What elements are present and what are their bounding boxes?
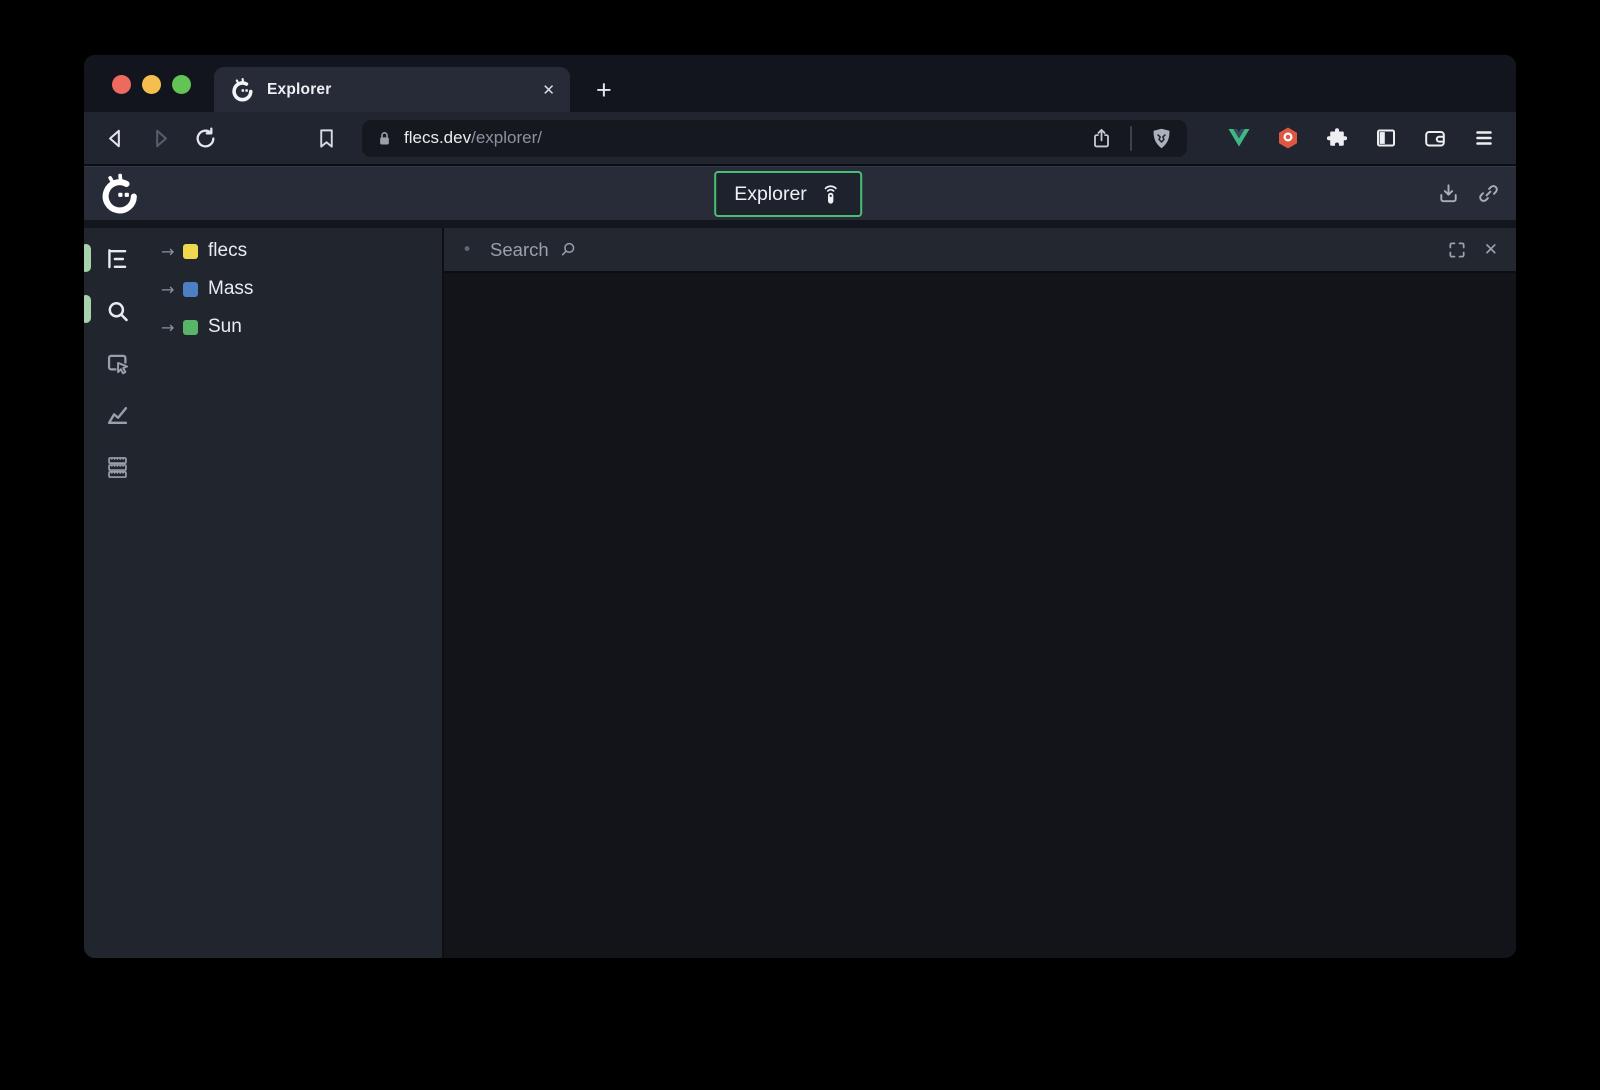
flecs-logo-icon[interactable] — [97, 172, 141, 216]
tree-view-icon — [104, 246, 130, 272]
tree-item-label[interactable]: Sun — [208, 316, 242, 338]
sidebar-item-memory[interactable] — [103, 453, 131, 481]
sidebar-item-inspect[interactable] — [103, 349, 131, 377]
tool-sidebar — [84, 228, 150, 958]
tab-title: Explorer — [267, 81, 332, 99]
download-button[interactable] — [1437, 182, 1460, 205]
explorer-button-label: Explorer — [734, 183, 807, 206]
fullscreen-button[interactable] — [1447, 240, 1467, 260]
expand-arrow-icon[interactable]: → — [161, 242, 183, 261]
page-body: → flecs → Mass → Sun • Search — [84, 228, 1516, 958]
navigation-bar: flecs.dev/explorer/ — [84, 112, 1516, 166]
header-toolbar — [1437, 182, 1516, 205]
remote-connected-icon — [819, 183, 842, 206]
sidebar-item-stats[interactable] — [103, 401, 131, 429]
entity-tree-panel: → flecs → Mass → Sun — [150, 228, 444, 958]
search-icon — [104, 298, 131, 325]
sidebar-item-tree[interactable] — [103, 245, 131, 273]
search-field-icon — [558, 240, 578, 260]
expand-arrow-icon[interactable]: → — [161, 280, 183, 299]
entity-color-swatch — [183, 244, 198, 259]
active-indicator-search — [84, 295, 91, 323]
tree-row-flecs[interactable]: → flecs — [150, 232, 442, 270]
browser-tab[interactable]: Explorer ✕ — [214, 67, 570, 112]
status-bullet-icon: • — [462, 240, 472, 260]
extension-icons — [1227, 126, 1500, 150]
close-panel-button[interactable]: ✕ — [1484, 240, 1498, 260]
search-label: Search — [490, 239, 549, 261]
reload-button[interactable] — [190, 123, 220, 153]
close-window-button[interactable] — [112, 75, 131, 94]
extensions-puzzle-icon[interactable] — [1325, 126, 1349, 150]
url-path: /explorer/ — [471, 128, 542, 147]
browser-window: Explorer ✕ + flecs.dev/explorer/ — [84, 55, 1516, 958]
entity-color-swatch — [183, 320, 198, 335]
search-input[interactable]: Search — [490, 239, 578, 261]
address-bar[interactable]: flecs.dev/explorer/ — [362, 120, 1187, 157]
back-button[interactable] — [100, 123, 130, 153]
query-panel-controls: ✕ — [1447, 240, 1498, 260]
explorer-connection-button[interactable]: Explorer — [714, 171, 862, 217]
new-tab-button[interactable]: + — [596, 74, 612, 106]
memory-stack-icon — [104, 454, 131, 481]
query-panel: • Search ✕ — [444, 228, 1516, 958]
traffic-lights — [112, 75, 191, 94]
menu-icon[interactable] — [1472, 126, 1496, 150]
query-results-area[interactable] — [444, 273, 1516, 958]
tab-bar: Explorer ✕ + — [84, 55, 1516, 112]
sidebar-toggle-icon[interactable] — [1374, 126, 1398, 150]
url-text: flecs.dev/explorer/ — [404, 128, 542, 148]
lock-icon — [375, 129, 394, 148]
flecs-favicon-icon — [229, 77, 255, 103]
entity-color-swatch — [183, 282, 198, 297]
zoom-window-button[interactable] — [172, 75, 191, 94]
tree-item-label[interactable]: flecs — [208, 240, 247, 262]
brave-shield-icon[interactable] — [1149, 126, 1174, 151]
query-panel-header: • Search ✕ — [444, 228, 1516, 273]
vue-devtools-icon[interactable] — [1227, 126, 1251, 150]
active-indicator-tree — [84, 244, 91, 272]
share-icon[interactable] — [1090, 127, 1113, 150]
bookmark-button[interactable] — [311, 123, 341, 153]
minimize-window-button[interactable] — [142, 75, 161, 94]
tab-close-button[interactable]: ✕ — [542, 81, 555, 99]
inspect-cursor-icon — [104, 350, 131, 377]
sidebar-item-search[interactable] — [103, 297, 131, 325]
stats-chart-icon — [104, 402, 131, 429]
urlbar-divider — [1130, 126, 1132, 151]
tree-item-label[interactable]: Mass — [208, 278, 253, 300]
tree-row-sun[interactable]: → Sun — [150, 308, 442, 346]
header-divider — [84, 220, 1516, 228]
link-button[interactable] — [1477, 182, 1500, 205]
expand-arrow-icon[interactable]: → — [161, 318, 183, 337]
tree-row-mass[interactable]: → Mass — [150, 270, 442, 308]
url-domain: flecs.dev — [404, 128, 471, 147]
forward-button[interactable] — [145, 123, 175, 153]
wallet-icon[interactable] — [1423, 126, 1447, 150]
hexagon-extension-icon[interactable] — [1276, 126, 1300, 150]
page-header: Explorer — [84, 166, 1516, 220]
